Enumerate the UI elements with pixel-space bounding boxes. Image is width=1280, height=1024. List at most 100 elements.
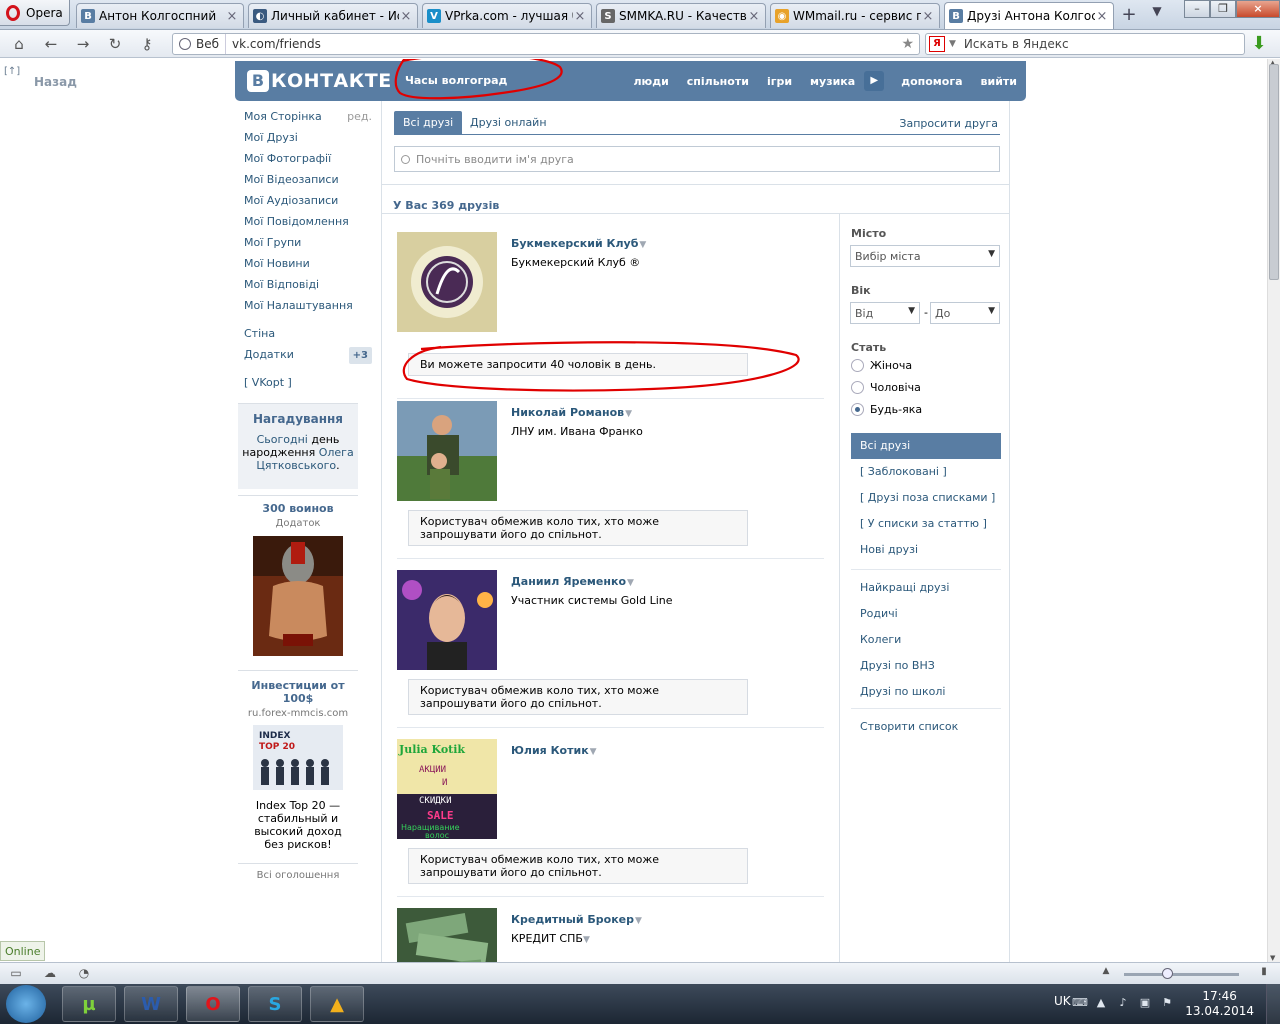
sex-radio-any[interactable]: Будь-яка [851, 403, 922, 416]
menu-my-page[interactable]: Моя Сторінка ред. [244, 109, 374, 130]
close-tab-icon[interactable]: × [747, 9, 761, 24]
list-school[interactable]: Друзі по школі [851, 679, 1001, 705]
browser-tab[interactable]: B Антон Колгоспний × [76, 3, 244, 28]
list-unlisted[interactable]: [ Друзі поза списками ] [851, 485, 1001, 511]
close-window-icon[interactable]: × [1236, 0, 1280, 18]
current-audio[interactable]: Часы волгоград [405, 74, 507, 87]
nav-music[interactable]: музика [810, 75, 855, 88]
menu-my-videos[interactable]: Мої Відеозаписи [244, 172, 374, 193]
menu-my-news[interactable]: Мої Новини [244, 256, 374, 277]
address-field[interactable]: Веб vk.com/friends ★ [172, 33, 920, 55]
search-engine-dropdown-icon[interactable]: ▼ [949, 39, 956, 49]
nav-logout[interactable]: вийти [981, 75, 1017, 88]
ad-text[interactable]: Index Top 20 — стабильный и высокий дохо… [238, 799, 358, 851]
list-best-friends[interactable]: Найкращі друзі [851, 575, 1001, 601]
close-tab-icon[interactable]: × [225, 9, 239, 24]
edit-link[interactable]: ред. [347, 109, 372, 124]
utorrent-icon[interactable]: µ [62, 986, 116, 1022]
friend-name[interactable]: Николай Романов▼ [511, 406, 632, 419]
reminder-today-link[interactable]: Сьогодні [257, 433, 308, 446]
list-new-friends[interactable]: Нові друзі [851, 537, 1001, 563]
friend-avatar[interactable] [397, 232, 497, 332]
word-icon[interactable]: W [124, 986, 178, 1022]
search-field[interactable]: Я ▼ Искать в Яндекс [925, 33, 1245, 55]
close-tab-icon[interactable]: × [921, 9, 935, 24]
sex-radio-male[interactable]: Чоловіча [851, 381, 921, 394]
close-tab-icon[interactable]: × [573, 9, 587, 24]
menu-apps[interactable]: Додатки +3 [244, 347, 374, 368]
nav-people[interactable]: люди [633, 75, 668, 88]
ad-image-index[interactable]: INDEX TOP 20 [253, 725, 343, 790]
key-icon[interactable]: ⚷ [136, 34, 158, 54]
forward-icon[interactable]: → [72, 34, 94, 54]
sex-radio-female[interactable]: Жіноча [851, 359, 912, 372]
tab-friends-online[interactable]: Друзі онлайн [461, 111, 556, 135]
flag-icon[interactable]: ⚑ [1160, 996, 1174, 1010]
turbo-icon[interactable]: ◔ [76, 966, 92, 982]
skype-icon[interactable]: S [248, 986, 302, 1022]
nav-help[interactable]: допомога [901, 75, 962, 88]
menu-my-photos[interactable]: Мої Фотографії [244, 151, 374, 172]
back-icon[interactable]: ← [40, 34, 62, 54]
scroll-thumb[interactable] [1269, 64, 1279, 280]
opera-menu-button[interactable]: Opera [0, 0, 70, 26]
language-indicator[interactable]: UK [1054, 994, 1071, 1008]
friend-name[interactable]: Даниил Яременко▼ [511, 575, 634, 588]
tab-all-friends[interactable]: Всі друзі [394, 111, 463, 135]
dropdown-icon[interactable]: ▼ [627, 578, 634, 588]
list-university[interactable]: Друзі по ВНЗ [851, 653, 1001, 679]
dropdown-icon[interactable]: ▼ [625, 409, 632, 419]
page-scrollbar[interactable]: ▲ ▼ [1267, 59, 1280, 962]
dropdown-icon[interactable]: ▼ [635, 916, 642, 926]
close-tab-icon[interactable]: × [399, 9, 413, 24]
create-list-link[interactable]: Створити список [851, 714, 1001, 740]
reload-icon[interactable]: ↻ [104, 34, 126, 54]
panel-toggle-icon[interactable]: ▭ [8, 966, 24, 982]
friend-name[interactable]: Юлия Котик▼ [511, 744, 597, 757]
menu-my-settings[interactable]: Мої Налаштування [244, 298, 374, 319]
friend-name[interactable]: Букмекерский Клуб▼ [511, 237, 646, 250]
zoom-reset-icon[interactable]: ▮ [1256, 966, 1272, 982]
menu-my-audio[interactable]: Мої Аудіозаписи [244, 193, 374, 214]
clock[interactable]: 17:46 13.04.2014 [1185, 989, 1254, 1019]
dropdown-icon[interactable]: ▼ [639, 240, 646, 250]
friend-avatar[interactable]: Julia Kotik АКЦИИ И СКИДКИ SALE Наращива… [397, 739, 497, 839]
menu-my-groups[interactable]: Мої Групи [244, 235, 374, 256]
zoom-menu-icon[interactable]: ▲ [1098, 966, 1114, 982]
browser-tab[interactable]: ◐ Личный кабинет - Ис... × [248, 3, 418, 28]
restore-icon[interactable]: ❐ [1210, 0, 1236, 18]
friend-search-input[interactable]: Почніть вводити ім'я друга [394, 146, 1000, 172]
friend-avatar[interactable] [397, 401, 497, 501]
ad-title[interactable]: 300 воинов [238, 502, 358, 515]
nav-communities[interactable]: спільноти [687, 75, 749, 88]
close-tab-icon[interactable]: × [1095, 9, 1109, 24]
list-all-friends[interactable]: Всі друзі [851, 433, 1001, 459]
all-ads-link[interactable]: Всі оголошення [238, 863, 358, 881]
list-relatives[interactable]: Родичі [851, 601, 1001, 627]
ad-block[interactable]: 300 воинов Додаток [238, 495, 358, 665]
play-icon[interactable]: ▶ [864, 71, 885, 91]
friend-avatar[interactable] [397, 908, 497, 962]
browser-tab-active[interactable]: B Друзі Антона Колгосп... × [944, 2, 1114, 29]
zoom-slider[interactable] [1124, 968, 1239, 979]
keyboard-icon[interactable]: ⌨ [1072, 996, 1088, 1010]
aimp-icon[interactable]: ▲ [310, 986, 364, 1022]
tab-list-icon[interactable]: ▼ [1146, 4, 1168, 26]
site-badge[interactable]: Веб [173, 34, 227, 54]
scroll-down-icon[interactable]: ▼ [1270, 954, 1275, 962]
url-text[interactable]: vk.com/friends [226, 37, 901, 51]
friend-name[interactable]: Кредитный Брокер▼ [511, 913, 642, 926]
city-select[interactable]: Вибір міста ▼ [850, 245, 1000, 267]
menu-wall[interactable]: Стіна [244, 326, 374, 347]
friend-avatar[interactable] [397, 570, 497, 670]
new-tab-icon[interactable]: + [1118, 4, 1140, 26]
list-blocked[interactable]: [ Заблоковані ] [851, 459, 1001, 485]
volume-icon[interactable]: ♪ [1116, 996, 1130, 1010]
vk-logo[interactable]: B КОНТАКТЕ [247, 70, 392, 92]
start-button-icon[interactable] [6, 985, 46, 1023]
menu-vkopt[interactable]: [ VKopt ] [244, 375, 374, 396]
menu-my-messages[interactable]: Мої Повідомлення [244, 214, 374, 235]
back-link[interactable]: [↑] Назад [4, 66, 77, 89]
network-icon[interactable]: ▣ [1138, 996, 1152, 1010]
show-desktop-button[interactable] [1266, 984, 1280, 1024]
